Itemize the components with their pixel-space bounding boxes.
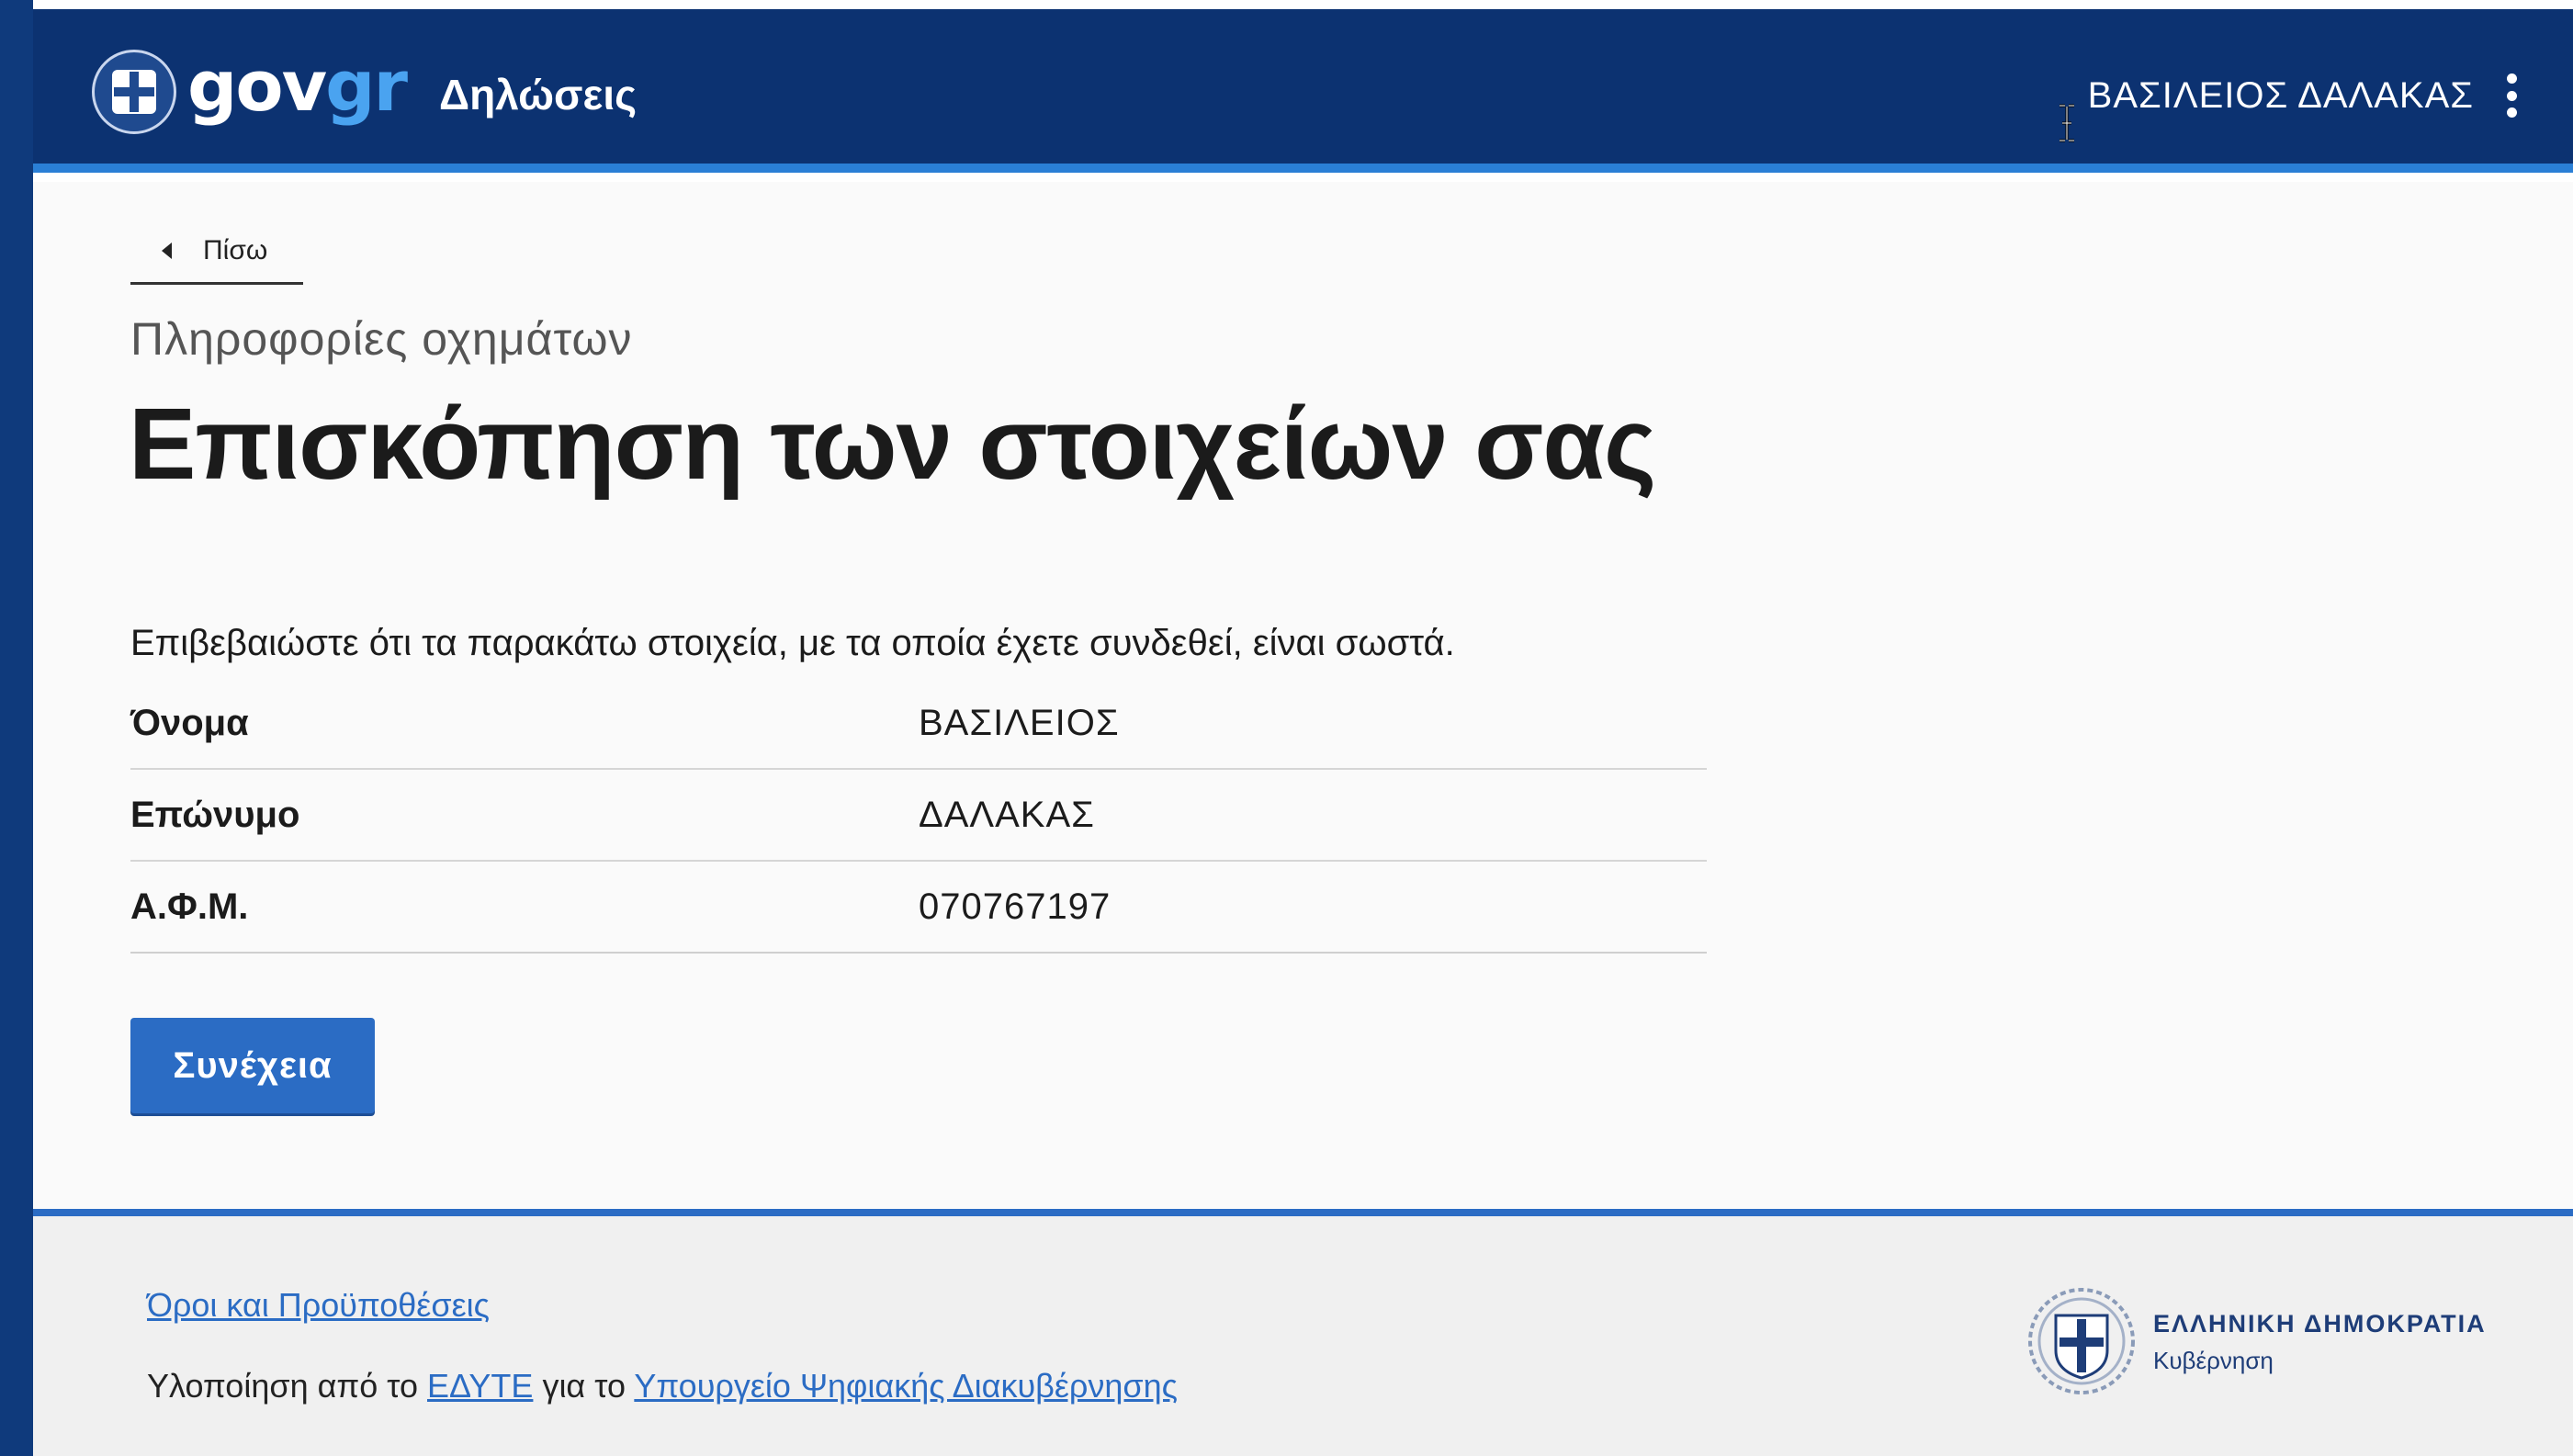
credit-line: Υλοποίηση από το ΕΔΥΤΕ για το Υπουργείο … xyxy=(147,1367,1178,1405)
greek-cross-emblem-icon xyxy=(92,50,176,134)
continue-button[interactable]: Συνέχεια xyxy=(130,1018,375,1113)
credit-mid: για το xyxy=(542,1367,626,1405)
back-label: Πίσω xyxy=(203,234,268,265)
text-cursor-icon xyxy=(2060,104,2074,142)
details-label: Α.Φ.Μ. xyxy=(130,886,249,927)
app-title[interactable]: Δηλώσεις xyxy=(439,70,637,119)
details-row-last-name: Επώνυμο ΔΑΛΑΚΑΣ xyxy=(130,770,1707,862)
gov-subtitle: Κυβέρνηση xyxy=(2153,1347,2274,1374)
window-top-strip xyxy=(0,0,2573,9)
details-row-first-name: Όνομα ΒΑΣΙΛΕΙΟΣ xyxy=(130,678,1707,770)
page-caption: Πληροφορίες οχημάτων xyxy=(130,313,633,365)
site-footer: Όροι και Προϋποθέσεις Υλοποίηση από το Ε… xyxy=(33,1209,2573,1456)
details-value: 070767197 xyxy=(919,886,1112,927)
app-frame: govgr Δηλώσεις ΒΑΣΙΛΕΙΟΣ ΔΑΛΑΚΑΣ Πίσω Πλ… xyxy=(0,0,2573,1456)
site-header: govgr Δηλώσεις ΒΑΣΙΛΕΙΟΣ ΔΑΛΑΚΑΣ xyxy=(33,9,2573,173)
intro-text: Επιβεβαιώστε ότι τα παρακάτω στοιχεία, μ… xyxy=(130,623,1455,663)
details-value: ΔΑΛΑΚΑΣ xyxy=(919,794,1095,835)
details-row-tax-id: Α.Φ.Μ. 070767197 xyxy=(130,862,1707,954)
govgr-logo[interactable]: govgr xyxy=(92,50,408,134)
window-left-edge xyxy=(0,0,33,1456)
hellenic-republic-emblem-icon xyxy=(2028,1288,2135,1394)
details-value: ΒΑΣΙΛΕΙΟΣ xyxy=(919,702,1120,743)
chevron-left-icon xyxy=(162,242,172,259)
main-content: Πίσω Πληροφορίες οχημάτων Επισκόπηση των… xyxy=(33,182,2573,1209)
details-label: Επώνυμο xyxy=(130,794,300,835)
details-label: Όνομα xyxy=(130,702,249,743)
gov-name: ΕΛΛΗΝΙΚΗ ΔΗΜΟΚΡΑΤΙΑ xyxy=(2153,1310,2487,1337)
edyte-link[interactable]: ΕΔΥΤΕ xyxy=(427,1367,533,1405)
ministry-link[interactable]: Υπουργείο Ψηφιακής Διακυβέρνησης xyxy=(634,1367,1178,1405)
logo-wordmark: govgr xyxy=(187,51,408,121)
terms-link[interactable]: Όροι και Προϋποθέσεις xyxy=(147,1286,490,1325)
user-name[interactable]: ΒΑΣΙΛΕΙΟΣ ΔΑΛΑΚΑΣ xyxy=(2088,75,2474,117)
page-title: Επισκόπηση των στοιχείων σας xyxy=(129,388,1656,501)
logo-gr-text: gr xyxy=(325,45,408,127)
more-vert-icon[interactable] xyxy=(2501,73,2522,118)
back-link[interactable]: Πίσω xyxy=(130,219,303,285)
details-table: Όνομα ΒΑΣΙΛΕΙΟΣ Επώνυμο ΔΑΛΑΚΑΣ Α.Φ.Μ. 0… xyxy=(130,678,1707,954)
logo-gov-text: gov xyxy=(187,45,327,127)
credit-prefix: Υλοποίηση από το xyxy=(147,1367,418,1405)
